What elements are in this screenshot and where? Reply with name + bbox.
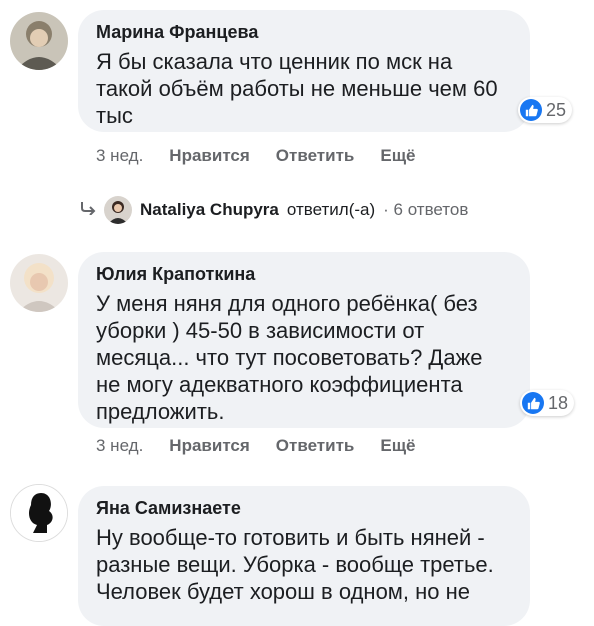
- reply-count: · 6 ответов: [383, 200, 469, 219]
- like-icon: [522, 392, 544, 414]
- avatar-nataliya: [104, 196, 132, 224]
- comment-actions: 3 нед. Нравится Ответить Ещё: [96, 146, 416, 166]
- comment-actions: 3 нед. Нравится Ответить Ещё: [96, 436, 416, 456]
- more-button[interactable]: Ещё: [380, 146, 415, 166]
- avatar-yulia[interactable]: [10, 254, 68, 312]
- reaction-count: 25: [546, 99, 567, 120]
- comment-author[interactable]: Марина Францева: [96, 20, 512, 44]
- like-button[interactable]: Нравится: [169, 146, 250, 166]
- like-button[interactable]: Нравится: [169, 436, 250, 456]
- comment-text: Ну вообще-то готовить и быть няней - раз…: [96, 525, 494, 604]
- comment-author[interactable]: Юлия Крапоткина: [96, 262, 512, 286]
- comment-bubble: Яна Самизнаете Ну вообще-то готовить и б…: [78, 486, 530, 626]
- comment-bubble: Юлия Крапоткина У меня няня для одного р…: [78, 252, 530, 428]
- reply-arrow-icon: [80, 200, 96, 220]
- reply-button[interactable]: Ответить: [276, 436, 355, 456]
- comment-bubble: Марина Францева Я бы сказала что ценник …: [78, 10, 530, 132]
- replies-link[interactable]: Nataliya Chupyra ответил(-а) · 6 ответов: [80, 196, 468, 224]
- reply-author[interactable]: Nataliya Chupyra: [140, 200, 279, 220]
- avatar-marina[interactable]: [10, 12, 68, 70]
- reply-button[interactable]: Ответить: [276, 146, 355, 166]
- comment-text: Я бы сказала что ценник по мск на такой …: [96, 49, 498, 128]
- comment-author[interactable]: Яна Самизнаете: [96, 496, 512, 520]
- like-icon: [520, 99, 542, 121]
- more-button[interactable]: Ещё: [380, 436, 415, 456]
- reply-verb: ответил(-а): [286, 200, 376, 219]
- comment-time[interactable]: 3 нед.: [96, 436, 143, 456]
- reaction-summary[interactable]: 18: [520, 390, 575, 416]
- reaction-summary[interactable]: 25: [518, 97, 573, 123]
- avatar-yana[interactable]: [10, 484, 68, 542]
- reaction-count: 18: [548, 392, 569, 413]
- comment-text: У меня няня для одного ребёнка( без убор…: [96, 291, 483, 424]
- comment-time[interactable]: 3 нед.: [96, 146, 143, 166]
